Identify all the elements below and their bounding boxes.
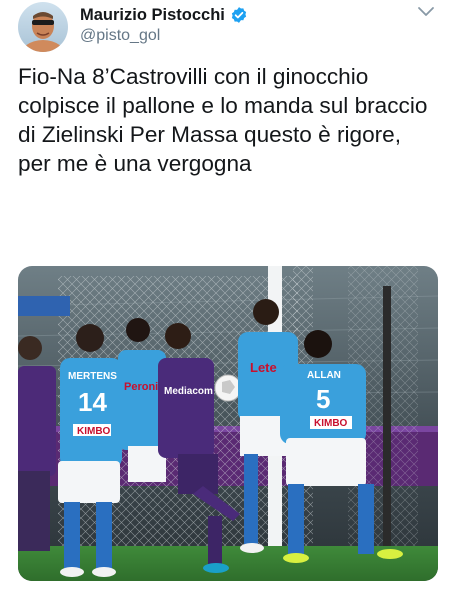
tweet-text: Fio-Na 8’Castrovilli con il ginocchio co…: [18, 64, 428, 176]
svg-text:Mediacom: Mediacom: [164, 386, 213, 397]
svg-text:MERTENS: MERTENS: [68, 371, 117, 382]
avatar[interactable]: [18, 2, 68, 52]
svg-text:Lete: Lete: [250, 360, 277, 375]
football-match-photo: MERTENS 14 KIMBO Peroni Mediacom Lete AL…: [18, 266, 438, 581]
svg-text:Peroni: Peroni: [124, 381, 158, 393]
svg-text:5: 5: [316, 384, 330, 414]
author-handle[interactable]: @pisto_gol: [80, 27, 248, 45]
svg-text:KIMBO: KIMBO: [77, 426, 111, 437]
display-name[interactable]: Maurizio Pistocchi: [80, 6, 225, 25]
svg-text:14: 14: [78, 387, 107, 417]
chevron-down-icon[interactable]: [414, 2, 438, 22]
display-name-row: Maurizio Pistocchi: [80, 4, 248, 26]
avatar-image: [18, 2, 68, 52]
svg-text:ALLAN: ALLAN: [307, 370, 341, 381]
tweet-header: Maurizio Pistocchi @pisto_gol: [18, 2, 438, 52]
tweet-photo[interactable]: MERTENS 14 KIMBO Peroni Mediacom Lete AL…: [18, 266, 438, 581]
author-names: Maurizio Pistocchi @pisto_gol: [80, 4, 248, 45]
verified-badge-icon: [230, 6, 248, 24]
svg-text:KIMBO: KIMBO: [314, 418, 348, 429]
tweet: Maurizio Pistocchi @pisto_gol Fio-Na 8’C…: [0, 0, 456, 600]
